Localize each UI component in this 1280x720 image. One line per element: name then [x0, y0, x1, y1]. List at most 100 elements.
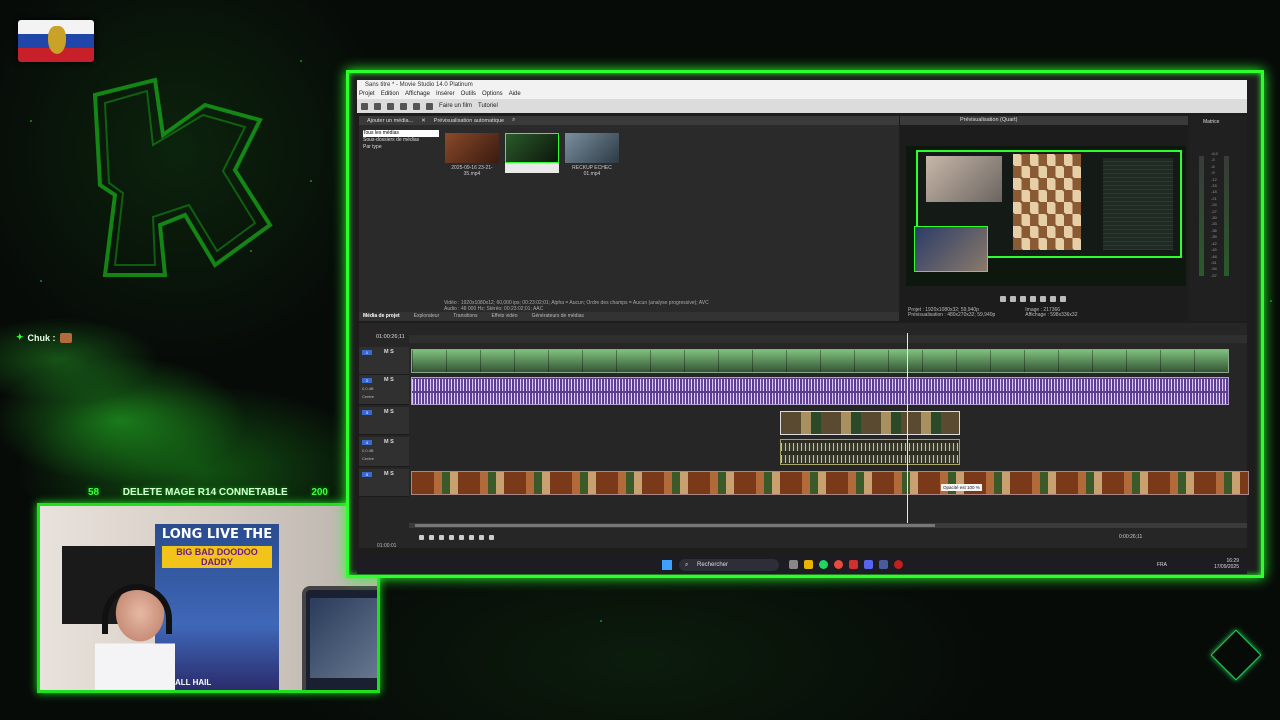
- video-preview-panel: Prévisualisation (Quart) Projet: 1920x1…: [900, 116, 1188, 321]
- chess-audio-clip[interactable]: [780, 439, 960, 465]
- tree-item-all-media[interactable]: Tous les médias: [363, 130, 439, 137]
- discord-icon[interactable]: [864, 560, 873, 569]
- search-icon[interactable]: ⌕: [512, 117, 515, 124]
- tree-item-by-type[interactable]: Par type: [363, 144, 439, 151]
- pause-icon[interactable]: [439, 535, 444, 540]
- toolbar: Faire un film Tutoriel: [357, 99, 1247, 113]
- webcam-feed: LONG LIVE THE BIG BAD DOODOO DADDY ALL H…: [37, 503, 380, 693]
- media-toolbar: Ajouter un média... ✕ Prévisualisation a…: [359, 116, 899, 125]
- menu-affichage[interactable]: Affichage: [405, 90, 430, 99]
- preview-webcam-small: [914, 226, 988, 272]
- track-header-video-5[interactable]: 5 M S: [359, 469, 409, 497]
- tab-media-generators[interactable]: Générateurs de médias: [532, 312, 584, 321]
- mute-solo-buttons[interactable]: M S: [384, 471, 394, 477]
- background-video-clip[interactable]: [411, 471, 1249, 495]
- menu-projet[interactable]: Projet: [359, 90, 375, 99]
- play-icon[interactable]: [1020, 296, 1026, 302]
- chrome-icon[interactable]: [834, 560, 843, 569]
- mute-solo-buttons[interactable]: M S: [384, 409, 394, 415]
- timeline-ruler[interactable]: [409, 335, 1247, 343]
- video-clip[interactable]: [411, 349, 1229, 373]
- make-movie-button[interactable]: Faire un film: [439, 103, 472, 109]
- poster-footer: ALL HAIL: [175, 678, 212, 687]
- preview-frame: [906, 146, 1186, 286]
- close-icon[interactable]: ✕: [421, 118, 426, 124]
- tree-item-subfolders[interactable]: Sous-dossiers de médias: [363, 137, 439, 144]
- media-tree: Tous les médias Sous-dossiers de médias …: [363, 130, 439, 300]
- preview-webcam: [926, 156, 1002, 202]
- movie-studio-window: Sans titre * - Movie Studio 14.0 Platinu…: [346, 70, 1264, 578]
- windows-start-icon[interactable]: [662, 560, 672, 570]
- timeline-timecode: 01:00:26;11: [376, 334, 405, 340]
- file-explorer-icon[interactable]: [804, 560, 813, 569]
- background-speck: [300, 60, 302, 62]
- menu-outils[interactable]: Outils: [461, 90, 476, 99]
- mute-solo-buttons[interactable]: M S: [384, 439, 394, 445]
- media-thumbnail[interactable]: 2025-09-16 23-21-35.mp4: [445, 133, 499, 177]
- go-end-icon[interactable]: [469, 535, 474, 540]
- chess-video-clip[interactable]: [780, 411, 960, 435]
- track-header-audio-2[interactable]: 2 M S 0,0 dB Centre: [359, 375, 409, 405]
- track-header-audio-4[interactable]: 4 M S 0,0 dB Centre: [359, 437, 409, 467]
- add-media-button[interactable]: Ajouter un média...: [367, 118, 413, 124]
- redo-icon[interactable]: [426, 102, 433, 110]
- play-from-start-icon[interactable]: [1010, 296, 1016, 302]
- preview-value: 480x270x32; 59,940p: [947, 312, 996, 318]
- taskbar-search-label: Rechercher: [697, 562, 729, 568]
- mute-solo-buttons[interactable]: M S: [384, 377, 394, 383]
- pause-icon[interactable]: [1030, 296, 1036, 302]
- stream-overlay: ✦ Chuk : 58 DELETE MAGE R14 CONNETABLE 2…: [0, 0, 1280, 720]
- obs-icon[interactable]: [894, 560, 903, 569]
- emote-icon: [59, 332, 72, 343]
- preview-quality-dropdown[interactable]: Prévisualisation (Quart): [900, 116, 1188, 125]
- properties-icon[interactable]: [400, 102, 407, 110]
- prev-frame-icon[interactable]: [1050, 296, 1056, 302]
- menu-options[interactable]: Options: [482, 90, 503, 99]
- task-view-icon[interactable]: [789, 560, 798, 569]
- loop-icon[interactable]: [1000, 296, 1006, 302]
- stop-icon[interactable]: [449, 535, 454, 540]
- media-thumbnail-selected[interactable]: [505, 133, 559, 173]
- track-header-video-3[interactable]: 3 M S: [359, 407, 409, 435]
- tab-transitions[interactable]: Transitions: [453, 312, 477, 321]
- mute-solo-buttons[interactable]: M S: [384, 349, 394, 355]
- undo-icon[interactable]: [413, 102, 420, 110]
- window-title: Sans titre * - Movie Studio 14.0 Platinu…: [357, 80, 1247, 90]
- new-project-icon[interactable]: [361, 102, 368, 110]
- prev-frame-icon[interactable]: [479, 535, 484, 540]
- menu-edition[interactable]: Edition: [381, 90, 399, 99]
- mixer-label: Matrice: [1203, 119, 1220, 125]
- movie-studio-icon[interactable]: [879, 560, 888, 569]
- track-header-video-1[interactable]: 1 M S: [359, 347, 409, 375]
- taskbar-search[interactable]: ⌕ Rechercher: [679, 559, 779, 571]
- menu-inserer[interactable]: Insérer: [436, 90, 455, 99]
- next-frame-icon[interactable]: [1060, 296, 1066, 302]
- tutorial-button[interactable]: Tutoriel: [478, 103, 498, 109]
- tab-explorer[interactable]: Explorateur: [414, 312, 440, 321]
- timeline: 01:00:26;11 1 M S 2 M S 0,0 dB Centre 3 …: [359, 323, 1249, 549]
- project-media-panel: Ajouter un média... ✕ Prévisualisation a…: [359, 116, 899, 321]
- next-frame-icon[interactable]: [489, 535, 494, 540]
- audio-clip[interactable]: [411, 377, 1229, 405]
- loop-icon[interactable]: [419, 535, 424, 540]
- timeline-scrollbar[interactable]: [409, 523, 1247, 528]
- go-start-icon[interactable]: [459, 535, 464, 540]
- menu-aide[interactable]: Aide: [509, 90, 521, 99]
- poster-title: LONG LIVE THE: [161, 527, 273, 542]
- save-icon[interactable]: [387, 102, 394, 110]
- tab-video-effects[interactable]: Effets vidéo: [492, 312, 518, 321]
- stop-icon[interactable]: [1040, 296, 1046, 302]
- taskbar-apps: [789, 560, 903, 569]
- play-icon[interactable]: [429, 535, 434, 540]
- tab-project-media[interactable]: Média de projet: [363, 312, 400, 321]
- taskbar-language[interactable]: FRA: [1157, 562, 1167, 568]
- media-tabs: Média de projet Explorateur Transitions …: [359, 312, 899, 321]
- playhead[interactable]: [907, 333, 908, 525]
- spotify-icon[interactable]: [819, 560, 828, 569]
- open-icon[interactable]: [374, 102, 381, 110]
- media-thumbnail[interactable]: RECKUP ECHEC 01.mp4: [565, 133, 619, 177]
- taskbar-clock[interactable]: 16:29 17/09/2025: [1214, 558, 1239, 570]
- auto-preview-button[interactable]: Prévisualisation automatique: [434, 118, 504, 124]
- app-icon[interactable]: [849, 560, 858, 569]
- diamond-logo-icon: [1210, 629, 1262, 681]
